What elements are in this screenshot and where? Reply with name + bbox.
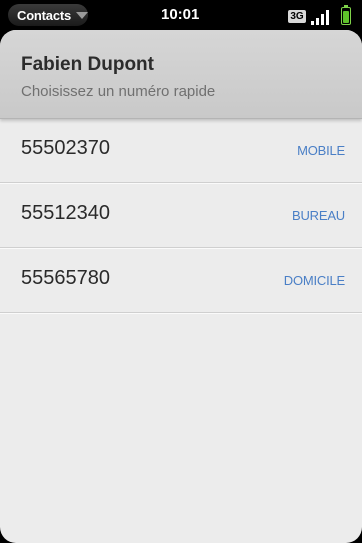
phone-type-label: DOMICILE: [283, 273, 345, 288]
signal-bar: [321, 14, 324, 25]
status-bar: Contacts 10:01 3G: [0, 0, 362, 30]
signal-bar: [326, 10, 329, 25]
phone-type-label: BUREAU: [292, 208, 345, 223]
phone-number: 55512340: [21, 202, 110, 224]
signal-strength-icon: [311, 9, 331, 25]
list-item[interactable]: 55512340 BUREAU: [0, 183, 362, 248]
chevron-down-icon: [76, 11, 89, 19]
clock: 10:01: [161, 6, 200, 23]
number-list: 55502370 MOBILE 55512340 BUREAU 55565780…: [0, 118, 362, 313]
battery-fill: [343, 11, 349, 23]
app-menu-label: Contacts: [17, 7, 72, 23]
header-subtitle: Choisissez un numéro rapide: [21, 83, 216, 100]
list-item[interactable]: 55565780 DOMICILE: [0, 248, 362, 313]
battery-icon: [341, 7, 351, 25]
network-badge: 3G: [288, 10, 306, 23]
signal-bar: [316, 18, 319, 25]
phone-number: 55565780: [21, 267, 110, 289]
list-item[interactable]: 55502370 MOBILE: [0, 118, 362, 183]
card-header: Fabien Dupont Choisissez un numéro rapid…: [0, 30, 362, 119]
contact-name: Fabien Dupont: [21, 54, 154, 75]
phone-number: 55502370: [21, 137, 110, 159]
signal-bar: [311, 21, 314, 25]
speed-dial-card: Fabien Dupont Choisissez un numéro rapid…: [0, 30, 362, 543]
phone-type-label: MOBILE: [297, 143, 345, 158]
app-menu-button[interactable]: Contacts: [8, 4, 89, 26]
